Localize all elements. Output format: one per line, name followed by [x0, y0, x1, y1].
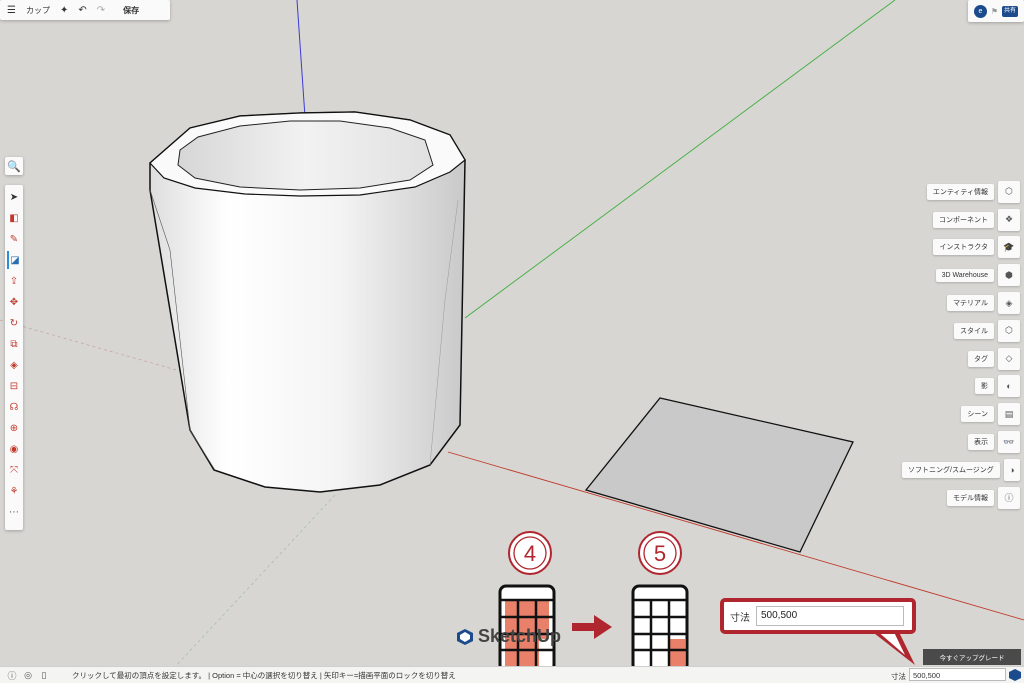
styles-icon[interactable]: ⬡ [998, 319, 1020, 342]
left-toolbar: ➤ ◧ ✎ ◪ ⇪ ✥ ↻ ⧉ ◈ ⊟ ☊ ⊕ ◉ ⤧ ⚘ ⋯ [5, 185, 23, 530]
step-5-number: 5 [654, 541, 666, 566]
sketchup-logo: SketchUp [456, 626, 561, 647]
step-5-badge: 5 [638, 531, 682, 575]
share-button[interactable]: 共有 [1002, 5, 1019, 17]
drawn-rectangle[interactable] [584, 397, 854, 553]
right-panel-item[interactable]: モデル情報 ⓘ [902, 484, 1020, 512]
zoom-extents-tool-icon[interactable]: ⤧ [7, 461, 21, 479]
avatar[interactable]: e [973, 4, 987, 18]
dimension-label: 寸法 [891, 672, 906, 681]
dimension-callout: 寸法 500,500 [720, 598, 916, 634]
status-bar: ⓘ ◎ ▯ クリックして最初の頂点を設定します。 | Option = 中心の選… [0, 666, 1024, 683]
right-panel-item[interactable]: コンポーネント ❖ [902, 206, 1020, 234]
arrow-right-icon [572, 615, 612, 639]
right-panel-item[interactable]: シーン ▤ [902, 400, 1020, 428]
sparkle-icon[interactable]: ✦ [60, 5, 68, 16]
soften-icon[interactable]: ◑ [1003, 458, 1020, 481]
components-icon[interactable]: ❖ [998, 208, 1020, 231]
push-pull-tool-icon[interactable]: ⇪ [7, 272, 21, 290]
display-icon[interactable]: 👓 [998, 431, 1020, 454]
follow-me-tool-icon[interactable]: ⚘ [7, 482, 21, 500]
right-panel-item[interactable]: エンティティ情報 ⬡ [902, 178, 1020, 206]
info-icon[interactable]: ⓘ [6, 669, 18, 682]
section-plane-tool-icon[interactable]: ⊕ [7, 419, 21, 437]
materials-icon[interactable]: ◈ [998, 292, 1020, 315]
right-panel-item[interactable]: ソフトニング/スムージング ◑ [902, 456, 1020, 484]
status-message: クリックして最初の頂点を設定します。 | Option = 中心の選択を切り替え… [72, 670, 456, 680]
tags-icon[interactable]: ◇ [998, 347, 1020, 370]
right-panel-item-label[interactable]: スタイル [954, 322, 994, 339]
upgrade-button[interactable]: 今すぐアップグレード [923, 649, 1021, 665]
more-tools-icon[interactable]: ⋯ [7, 503, 21, 521]
right-panel-item-label[interactable]: コンポーネント [933, 211, 994, 228]
right-panel-item[interactable]: 表示 👓 [902, 428, 1020, 456]
right-panel-item-label[interactable]: 影 [975, 378, 994, 395]
right-panel-item-label[interactable]: モデル情報 [947, 489, 994, 506]
right-panel-item[interactable]: 影 ◐ [902, 373, 1020, 401]
notification-icon[interactable]: ⚑ [991, 7, 998, 16]
callout-dimension-label: 寸法 [730, 612, 750, 624]
mouse-icon[interactable]: ▯ [38, 670, 50, 681]
dimension-input[interactable]: 500,500 [909, 668, 1006, 681]
right-panel-item-label[interactable]: ソフトニング/スムージング [902, 461, 1000, 478]
step-4-number: 4 [524, 541, 536, 566]
callout-dimension-value: 500,500 [756, 606, 904, 626]
scenes-icon[interactable]: ▤ [998, 403, 1020, 426]
model-title[interactable]: カップ [26, 5, 50, 16]
orbit-tool-icon[interactable]: ☊ [7, 398, 21, 416]
search-button[interactable]: 🔍 [5, 157, 23, 175]
right-panel-item-label[interactable]: エンティティ情報 [926, 183, 994, 200]
green-axis-dashed [159, 494, 336, 683]
menu-icon[interactable]: ☰ [7, 5, 16, 16]
right-panel-item[interactable]: インストラクタ 🎓 [902, 234, 1020, 262]
move-tool-icon[interactable]: ✥ [7, 293, 21, 311]
instructor-icon[interactable]: 🎓 [998, 236, 1020, 259]
sketchup-logo-text: SketchUp [478, 626, 562, 646]
select-tool-icon[interactable]: ➤ [7, 188, 21, 206]
right-panel-item[interactable]: スタイル ⬡ [902, 317, 1020, 345]
search-icon: 🔍 [7, 160, 21, 173]
right-panel-item[interactable]: マテリアル ◈ [902, 289, 1020, 317]
globe-icon[interactable]: ◎ [22, 670, 34, 681]
scale-tool-icon[interactable]: ⧉ [7, 335, 21, 353]
undo-icon[interactable]: ↶ [78, 5, 86, 16]
right-panel-item-label[interactable]: タグ [968, 350, 994, 367]
right-panel-item-label[interactable]: マテリアル [947, 295, 994, 312]
tape-measure-tool-icon[interactable]: ⊟ [7, 377, 21, 395]
model-info-icon[interactable]: ⓘ [998, 486, 1020, 509]
keypad-enter-key-icon [631, 584, 689, 673]
3d-viewport[interactable]: 4 5 [0, 0, 1024, 683]
right-panel-item-label[interactable]: 3D Warehouse [935, 268, 994, 282]
sketchup-logo-icon [457, 628, 473, 645]
right-panel-item-label[interactable]: インストラクタ [933, 239, 994, 256]
account-bar: e ⚑ 共有 [968, 0, 1024, 22]
save-button[interactable]: 保存 [123, 5, 139, 16]
step-4-badge: 4 [508, 531, 552, 575]
walk-tool-icon[interactable]: ◉ [7, 440, 21, 458]
right-panel-item-label[interactable]: 表示 [968, 434, 994, 451]
shadows-icon[interactable]: ◐ [998, 375, 1020, 398]
top-toolbar: ☰ カップ ✦ ↶ ↷ 保存 [0, 0, 170, 20]
green-axis [464, 0, 896, 319]
pencil-tool-icon[interactable]: ✎ [7, 230, 21, 248]
eraser-tool-icon[interactable]: ◧ [7, 209, 21, 227]
right-panel-item[interactable]: タグ ◇ [902, 345, 1020, 373]
redo-icon[interactable]: ↷ [97, 5, 105, 16]
cup-model[interactable] [149, 111, 466, 493]
entity-info-icon[interactable]: ⬡ [998, 180, 1020, 203]
warehouse-icon[interactable]: ⬢ [998, 264, 1020, 287]
right-panel-item-label[interactable]: シーン [961, 406, 994, 423]
right-panel: エンティティ情報 ⬡ コンポーネント ❖ インストラクタ 🎓 3D Warehouse ⬢ マテ… [902, 178, 1020, 512]
paint-bucket-tool-icon[interactable]: ◈ [7, 356, 21, 374]
rectangle-tool-icon[interactable]: ◪ [7, 251, 21, 269]
rotate-tool-icon[interactable]: ↻ [7, 314, 21, 332]
right-panel-item[interactable]: 3D Warehouse ⬢ [902, 261, 1020, 289]
sketchup-small-logo-icon [1009, 669, 1021, 681]
